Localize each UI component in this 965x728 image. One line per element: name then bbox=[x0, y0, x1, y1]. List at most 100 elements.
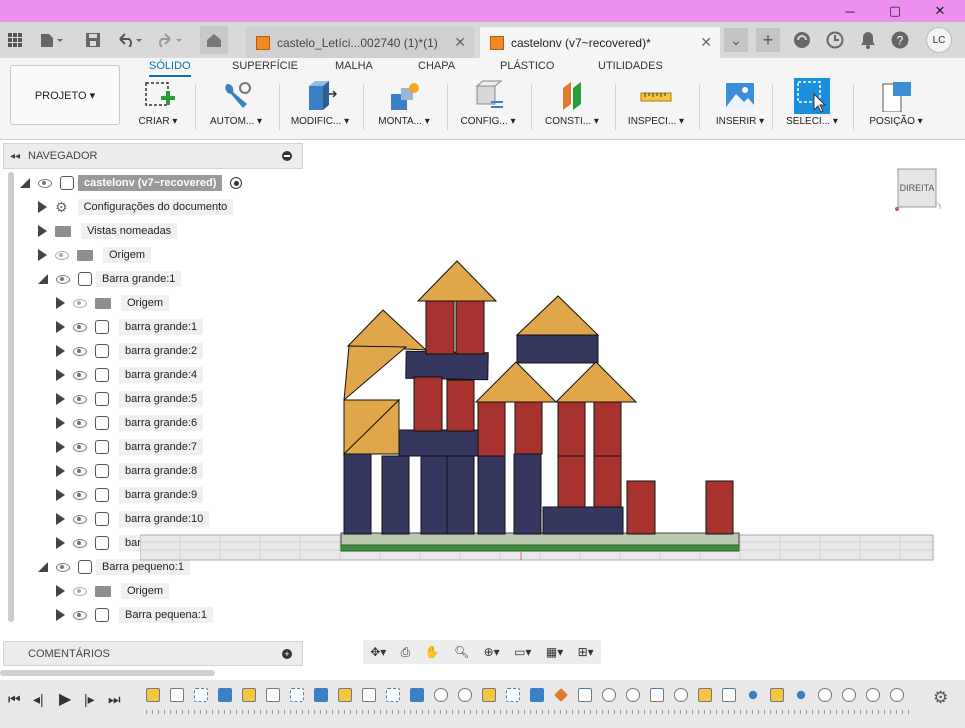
timeline-joint-icon[interactable] bbox=[602, 688, 616, 702]
close-window-button[interactable]: ✕ bbox=[917, 0, 963, 22]
tree-item-label[interactable]: Vistas nomeadas bbox=[81, 223, 178, 239]
visibility-eye-icon[interactable] bbox=[73, 418, 87, 428]
red-block[interactable] bbox=[626, 480, 656, 535]
timeline-sketch-icon[interactable] bbox=[194, 688, 208, 702]
navigator-options-icon[interactable] bbox=[282, 151, 292, 161]
tree-item-label[interactable]: Origem bbox=[121, 583, 170, 599]
extensions-icon[interactable] bbox=[792, 29, 812, 51]
red-block[interactable] bbox=[557, 401, 586, 457]
timeline-feature-icon[interactable] bbox=[698, 688, 712, 702]
timeline-play-icon[interactable]: ▶ bbox=[59, 689, 71, 709]
timeline-feature-icon[interactable] bbox=[482, 688, 496, 702]
collapse-triangle-icon[interactable] bbox=[38, 562, 48, 572]
tab-solido[interactable]: SÓLIDO bbox=[149, 60, 191, 77]
model-viewport[interactable] bbox=[140, 250, 940, 570]
activate-radio-icon[interactable] bbox=[230, 177, 243, 189]
visibility-eye-icon[interactable] bbox=[73, 538, 87, 548]
expand-triangle-icon[interactable] bbox=[56, 537, 65, 549]
tab-castelo-leticia[interactable]: castelo_Letíci...002740 (1)*(1) ✕ bbox=[246, 27, 474, 58]
timeline-motion-icon[interactable] bbox=[796, 690, 806, 700]
timeline-settings-gear-icon[interactable]: ⚙ bbox=[933, 688, 948, 708]
timeline-joint-icon[interactable] bbox=[818, 688, 832, 702]
file-menu-icon[interactable] bbox=[37, 29, 67, 51]
base-plate[interactable] bbox=[340, 532, 740, 546]
red-block[interactable] bbox=[593, 401, 622, 457]
expand-triangle-icon[interactable] bbox=[56, 513, 65, 525]
viewports-icon[interactable]: ⊞▾ bbox=[578, 645, 594, 659]
hidden-eye-icon[interactable] bbox=[73, 586, 87, 596]
expand-triangle-icon[interactable] bbox=[56, 585, 65, 597]
timeline-feature-icon[interactable] bbox=[146, 688, 160, 702]
navigator-panel-header[interactable]: ◂◂ NAVEGADOR bbox=[3, 143, 303, 169]
timeline-joint-icon[interactable] bbox=[674, 688, 688, 702]
navy-block[interactable] bbox=[405, 350, 489, 381]
timeline-sketch-icon[interactable] bbox=[506, 688, 520, 702]
expand-triangle-icon[interactable] bbox=[56, 321, 65, 333]
expand-triangle-icon[interactable] bbox=[56, 393, 65, 405]
wood-roof-triangle[interactable] bbox=[346, 309, 428, 351]
expand-triangle-icon[interactable] bbox=[38, 201, 47, 213]
timeline-track[interactable] bbox=[146, 710, 911, 714]
tab-castelonv[interactable]: castelonv (v7~recovered)* ✕ bbox=[480, 27, 720, 58]
expand-triangle-icon[interactable] bbox=[38, 225, 47, 237]
tree-item-label[interactable]: Barra pequena:1 bbox=[119, 607, 213, 623]
navy-block[interactable] bbox=[398, 429, 479, 457]
timeline-feature-icon[interactable] bbox=[650, 688, 664, 702]
wood-roof-triangle[interactable] bbox=[416, 260, 498, 302]
expand-triangle-icon[interactable] bbox=[56, 297, 65, 309]
home-icon[interactable] bbox=[200, 26, 228, 54]
timeline-extrude-icon[interactable] bbox=[314, 688, 328, 702]
insert-tool-button[interactable]: INSERIR ▾ bbox=[700, 80, 780, 134]
notifications-bell-icon[interactable] bbox=[858, 29, 878, 51]
display-settings-icon[interactable]: ▭▾ bbox=[514, 645, 531, 659]
view-cube[interactable]: Z Y DIREITA bbox=[895, 154, 943, 211]
wood-triangle[interactable] bbox=[343, 345, 408, 402]
wood-roof-triangle[interactable] bbox=[554, 361, 638, 403]
base-plate-green[interactable] bbox=[340, 544, 740, 552]
visibility-eye-icon[interactable] bbox=[73, 322, 87, 332]
red-block[interactable] bbox=[477, 401, 506, 457]
tree-root[interactable]: castelonv (v7~recovered) bbox=[20, 173, 243, 193]
close-tab-icon[interactable]: ✕ bbox=[700, 34, 712, 51]
assemble-tool-button[interactable]: MONTA... ▾ bbox=[364, 80, 444, 134]
redo-icon[interactable] bbox=[155, 29, 185, 51]
collapse-panel-icon[interactable]: ◂◂ bbox=[10, 151, 20, 162]
wood-roof-triangle[interactable] bbox=[515, 295, 600, 336]
visibility-eye-icon[interactable] bbox=[73, 346, 87, 356]
hidden-eye-icon[interactable] bbox=[73, 298, 87, 308]
red-block[interactable] bbox=[557, 455, 586, 508]
timeline-extrude-icon[interactable] bbox=[218, 688, 232, 702]
expand-triangle-icon[interactable] bbox=[56, 465, 65, 477]
timeline-last-icon[interactable]: ⏭ bbox=[108, 691, 121, 708]
timeline-feature-icon[interactable] bbox=[242, 688, 256, 702]
red-block[interactable] bbox=[446, 379, 475, 432]
navy-block[interactable] bbox=[381, 455, 410, 535]
timeline-feature-icon[interactable] bbox=[266, 688, 280, 702]
expand-triangle-icon[interactable] bbox=[56, 489, 65, 501]
timeline-next-icon[interactable]: |▸ bbox=[84, 691, 95, 708]
tab-overflow-chevron-icon[interactable]: ⌄ bbox=[724, 28, 748, 52]
visibility-eye-icon[interactable] bbox=[73, 466, 87, 476]
navy-block[interactable] bbox=[343, 453, 372, 535]
position-tool-button[interactable]: POSIÇÃO ▾ bbox=[856, 80, 936, 134]
hidden-eye-icon[interactable] bbox=[55, 250, 69, 260]
navy-block[interactable] bbox=[542, 506, 624, 535]
navy-block[interactable] bbox=[446, 455, 475, 535]
visibility-eye-icon[interactable] bbox=[38, 178, 52, 188]
timeline-sketch-icon[interactable] bbox=[386, 688, 400, 702]
close-tab-icon[interactable]: ✕ bbox=[454, 34, 466, 51]
expand-triangle-icon[interactable] bbox=[56, 345, 65, 357]
save-icon[interactable] bbox=[83, 29, 103, 51]
navy-block[interactable] bbox=[420, 455, 448, 535]
timeline-sketch-icon[interactable] bbox=[290, 688, 304, 702]
red-block[interactable] bbox=[455, 299, 485, 355]
tab-chapa[interactable]: CHAPA bbox=[418, 60, 455, 72]
add-comment-icon[interactable]: + bbox=[282, 648, 292, 659]
red-block[interactable] bbox=[413, 376, 443, 432]
inspect-tool-button[interactable]: INSPECI... ▾ bbox=[616, 80, 696, 134]
modify-tool-button[interactable]: MODIFIC... ▾ bbox=[280, 80, 360, 134]
navy-block[interactable] bbox=[513, 453, 542, 535]
visibility-eye-icon[interactable] bbox=[73, 490, 87, 500]
user-avatar[interactable]: LC bbox=[926, 27, 952, 53]
navy-block[interactable] bbox=[516, 334, 599, 364]
